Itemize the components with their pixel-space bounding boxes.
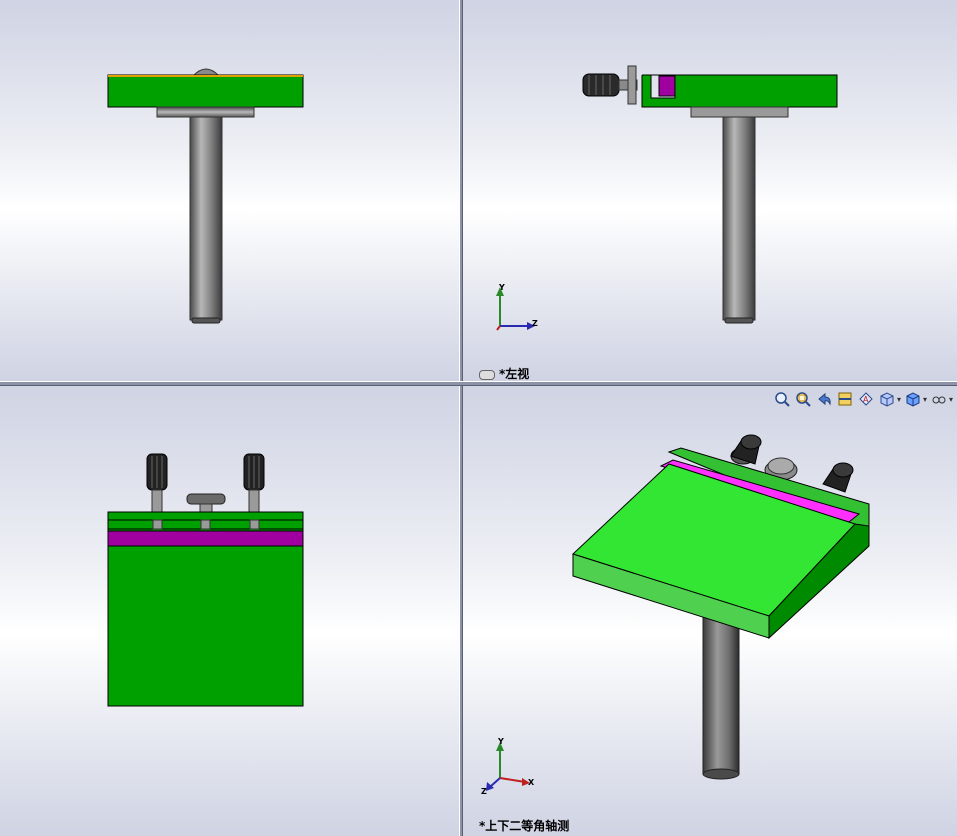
knob-center	[186, 493, 226, 505]
flange	[156, 106, 255, 118]
triad-label-y: Y	[498, 737, 504, 746]
slot-top	[107, 530, 304, 547]
top-view-model	[107, 453, 304, 707]
axis-triad-iso	[486, 742, 530, 791]
link-views-icon[interactable]	[479, 369, 495, 380]
viewport-isometric[interactable]: A ▾ ▾ ▾ Y X Z *上下二等角轴测	[463, 386, 957, 836]
view-name: *左视	[499, 367, 530, 381]
triad-label-z: Z	[532, 319, 538, 328]
viewport-splitter-vertical[interactable]	[459, 0, 463, 836]
rod	[189, 116, 223, 321]
triad-label-x: X	[528, 778, 535, 787]
viewport-left[interactable]: Y Z *左视	[463, 0, 957, 381]
triad-label-y: Y	[499, 283, 505, 292]
plate-front	[107, 74, 304, 108]
viewport-front[interactable]	[0, 0, 459, 381]
triad-label-z: Z	[481, 787, 487, 796]
view-label-left: *左视	[479, 365, 529, 381]
viewport-top[interactable]	[0, 386, 459, 836]
front-view-model	[107, 68, 304, 324]
view-label-isometric: *上下二等角轴测	[479, 819, 570, 833]
viewport-splitter-horizontal[interactable]	[0, 381, 957, 386]
